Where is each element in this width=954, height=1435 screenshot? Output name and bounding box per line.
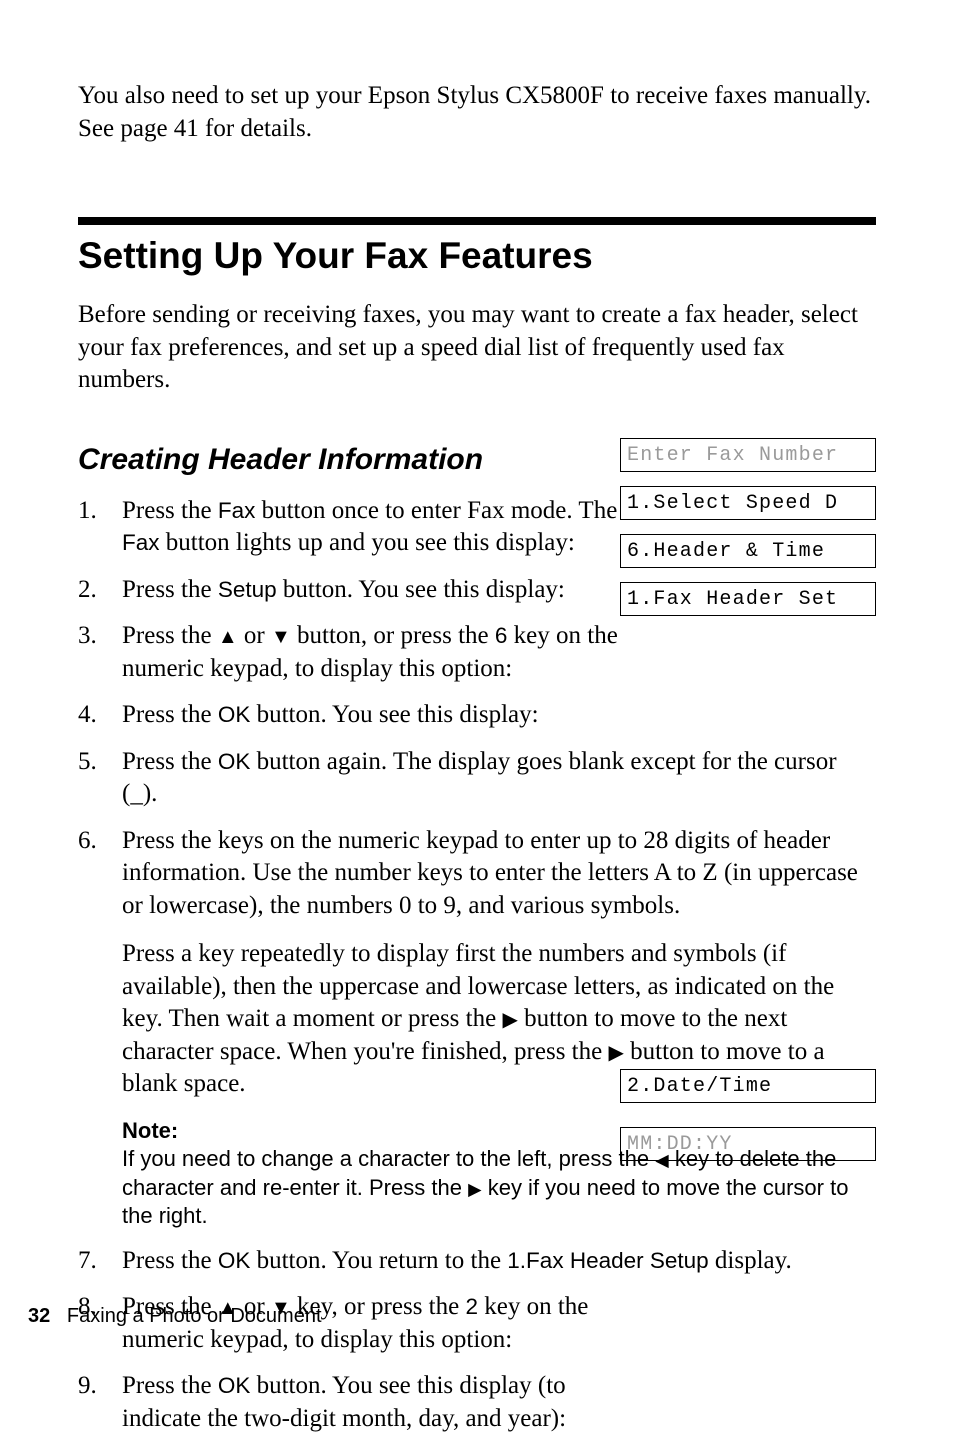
button-label: OK bbox=[218, 1248, 251, 1273]
text: button lights up and you see this displa… bbox=[160, 529, 575, 556]
note-label: Note: bbox=[122, 1117, 876, 1146]
text: button. You return to the bbox=[250, 1247, 507, 1274]
text: Press the keys on the numeric keypad to … bbox=[122, 825, 876, 923]
left-icon: ◀ bbox=[655, 1150, 669, 1170]
right-icon: ▶ bbox=[608, 1042, 623, 1064]
step-9: Press the OK button. You see this displa… bbox=[78, 1370, 876, 1435]
section-title: Setting Up Your Fax Features bbox=[78, 235, 876, 277]
section-intro: Before sending or receiving faxes, you m… bbox=[78, 299, 876, 397]
text: Press the bbox=[122, 701, 218, 728]
text: button. You see this display: bbox=[250, 701, 538, 728]
step-5: Press the OK button again. The display g… bbox=[78, 746, 876, 811]
step-3: Press the ▲ or ▼ button, or press the 6 … bbox=[78, 620, 876, 685]
text: button once to enter Fax mode. The bbox=[255, 497, 617, 524]
text: button. You see this display: bbox=[277, 576, 565, 603]
text: Press the bbox=[122, 1247, 218, 1274]
text: button, or press the bbox=[291, 622, 495, 649]
page-number: 32 bbox=[28, 1305, 50, 1327]
key-label: 2 bbox=[465, 1294, 478, 1319]
section-rule bbox=[78, 217, 876, 225]
text: Press the bbox=[122, 497, 218, 524]
button-label: OK bbox=[218, 702, 251, 727]
button-label: OK bbox=[218, 749, 251, 774]
page: You also need to set up your Epson Stylu… bbox=[0, 0, 954, 1352]
page-footer: 32 Faxing a Photo or Document bbox=[28, 1305, 322, 1328]
step-2: Press the Setup button. You see this dis… bbox=[78, 574, 876, 607]
lcd-text: Enter Fax Number bbox=[627, 444, 838, 467]
button-label: OK bbox=[218, 1373, 251, 1398]
right-icon: ▶ bbox=[468, 1179, 482, 1199]
steps-list: Press the Fax button once to enter Fax m… bbox=[78, 495, 876, 1435]
footer-title: Faxing a Photo or Document bbox=[67, 1305, 322, 1327]
intro-paragraph: You also need to set up your Epson Stylu… bbox=[78, 80, 876, 145]
step-7: Press the OK button. You return to the 1… bbox=[78, 1245, 876, 1278]
button-label: Setup bbox=[218, 577, 277, 602]
up-icon: ▲ bbox=[218, 626, 238, 648]
text: Press the bbox=[122, 576, 218, 603]
text: Press the bbox=[122, 1372, 218, 1399]
step-4: Press the OK button. You see this displa… bbox=[78, 699, 876, 732]
down-icon: ▼ bbox=[271, 626, 291, 648]
text: Press the bbox=[122, 622, 218, 649]
display-label: 1.Fax Header Setup bbox=[507, 1248, 708, 1273]
step-1: Press the Fax button once to enter Fax m… bbox=[78, 495, 876, 560]
text: or bbox=[238, 622, 271, 649]
lcd-display: Enter Fax Number bbox=[620, 438, 876, 472]
right-icon: ▶ bbox=[502, 1009, 517, 1031]
button-label: Fax bbox=[122, 530, 160, 555]
text: If you need to change a character to the… bbox=[122, 1146, 655, 1171]
key-label: 6 bbox=[495, 623, 508, 648]
step-6: Press the keys on the numeric keypad to … bbox=[78, 825, 876, 1231]
text: Press the bbox=[122, 748, 218, 775]
text: display. bbox=[709, 1247, 792, 1274]
button-label: Fax bbox=[218, 498, 256, 523]
